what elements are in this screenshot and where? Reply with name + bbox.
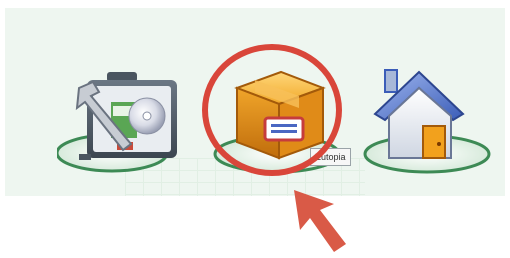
icon-toolbar: Eutopia [5, 8, 505, 196]
home-house-icon [363, 69, 491, 174]
home-button[interactable] [357, 58, 497, 178]
tools-button[interactable] [57, 58, 197, 178]
toolbox-wrench-disc-icon [57, 72, 177, 173]
package-tooltip: Eutopia [310, 148, 351, 166]
pointer-arrow-icon [294, 190, 346, 252]
